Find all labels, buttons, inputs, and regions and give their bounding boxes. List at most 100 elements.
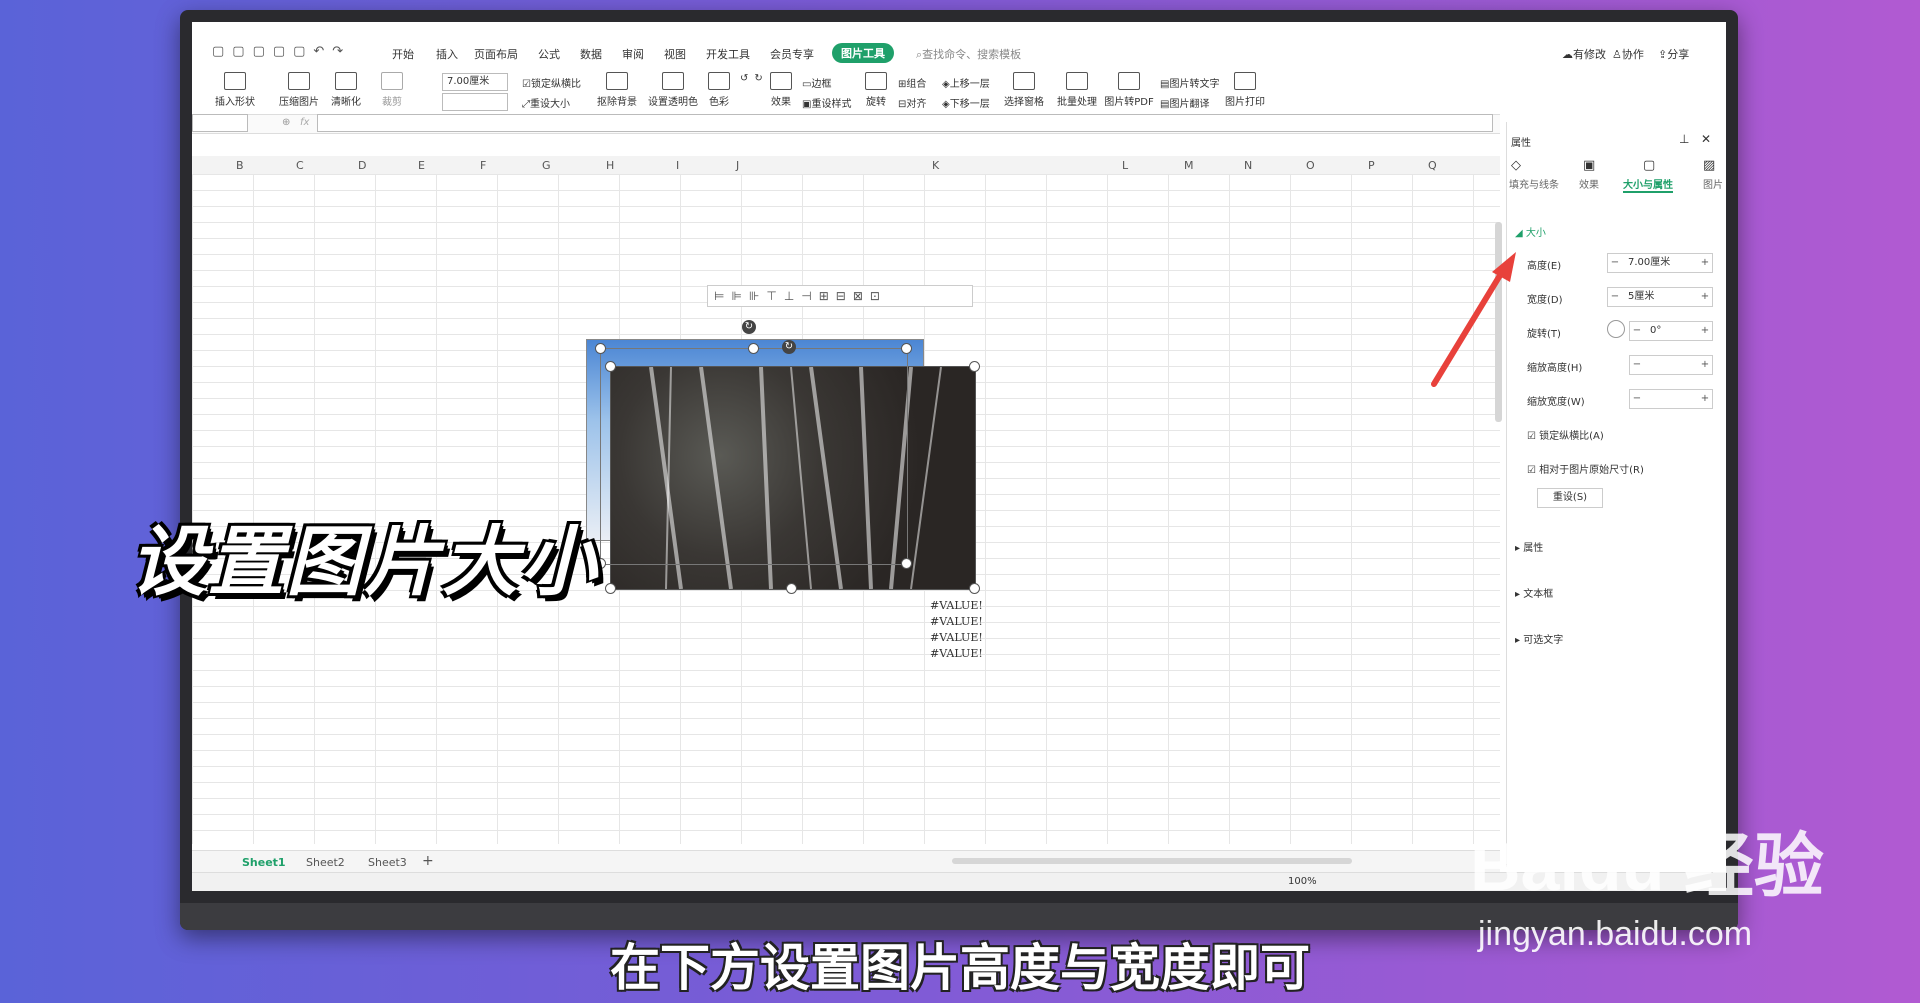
crop-button[interactable]: 裁剪	[378, 72, 406, 108]
reset-style-button[interactable]: ▣重设样式	[802, 95, 851, 110]
minus-icon[interactable]: −	[1608, 288, 1622, 306]
close-icon[interactable]: ✕	[1701, 132, 1711, 146]
horizontal-scrollbar[interactable]	[952, 858, 1352, 864]
section-properties[interactable]: ▸ 属性	[1515, 539, 1543, 554]
col-header[interactable]: F	[480, 159, 486, 172]
scale-height-stepper[interactable]: − +	[1629, 355, 1713, 375]
resize-handle[interactable]	[605, 583, 616, 594]
lock-ratio-checkbox[interactable]: ☑ 锁定纵横比(A)	[1527, 427, 1604, 442]
to-text-button[interactable]: ▤图片转文字	[1160, 75, 1219, 90]
plus-icon[interactable]: +	[1698, 390, 1712, 408]
cell-error[interactable]: #VALUE!	[930, 599, 983, 612]
add-sheet-icon[interactable]: +	[422, 853, 434, 869]
compress-button[interactable]: 压缩图片	[276, 72, 322, 108]
cell-error[interactable]: #VALUE!	[930, 631, 983, 644]
tab-view[interactable]: 视图	[664, 46, 686, 62]
rotate-handle-icon[interactable]: ↻	[742, 320, 756, 334]
print-button[interactable]: 图片打印	[1222, 72, 1268, 108]
rotate-input[interactable]: 0°	[1650, 322, 1661, 340]
up-layer-button[interactable]: ◈上移一层	[942, 75, 990, 90]
col-header[interactable]: C	[296, 159, 304, 172]
resize-handle[interactable]	[901, 558, 912, 569]
width-input[interactable]: 5厘米	[1628, 288, 1654, 306]
name-box[interactable]	[192, 114, 248, 132]
col-header[interactable]: H	[606, 159, 614, 172]
sheet-tab[interactable]: Sheet2	[306, 856, 345, 869]
align-toolbar[interactable]: ⊨⊫⊪⊤⊥⊣⊞⊟⊠⊡	[707, 285, 973, 307]
sheet-tab[interactable]: Sheet1	[242, 856, 286, 869]
height-input[interactable]: 7.00厘米	[1628, 254, 1670, 272]
batch-button[interactable]: 批量处理	[1052, 72, 1102, 108]
minus-icon[interactable]: −	[1630, 390, 1644, 408]
remove-bg-button[interactable]: 抠除背景	[592, 72, 642, 108]
tab-insert[interactable]: 插入	[436, 46, 458, 62]
tab-formula[interactable]: 公式	[538, 46, 560, 62]
resize-handle[interactable]	[901, 343, 912, 354]
ribbon-height-input[interactable]: 7.00厘米	[442, 73, 508, 91]
effect-button[interactable]: 效果	[766, 72, 796, 108]
tab-developer[interactable]: 开发工具	[706, 46, 750, 62]
plus-icon[interactable]: +	[1698, 322, 1712, 340]
section-textbox[interactable]: ▸ 文本框	[1515, 585, 1553, 600]
tab-fill-line[interactable]: 填充与线条	[1509, 176, 1559, 191]
tab-review[interactable]: 审阅	[622, 46, 644, 62]
sheet-tab[interactable]: Sheet3	[368, 856, 407, 869]
resize-handle[interactable]	[786, 583, 797, 594]
relative-size-checkbox[interactable]: ☑ 相对于图片原始尺寸(R)	[1527, 461, 1644, 476]
rotate-dial-icon[interactable]	[1607, 320, 1625, 338]
reset-button[interactable]: 重设(S)	[1537, 488, 1603, 508]
cell-error[interactable]: #VALUE!	[930, 615, 983, 628]
tab-effect[interactable]: 效果	[1579, 176, 1599, 191]
plus-icon[interactable]: +	[1698, 288, 1712, 306]
col-header[interactable]: P	[1368, 159, 1375, 172]
selection-frame[interactable]	[600, 348, 908, 565]
col-header[interactable]: N	[1244, 159, 1252, 172]
minus-icon[interactable]: −	[1630, 356, 1644, 374]
tab-page-layout[interactable]: 页面布局	[474, 46, 518, 62]
col-header[interactable]: L	[1122, 159, 1128, 172]
align-button[interactable]: ⊟对齐	[898, 95, 926, 110]
rotate-stepper[interactable]: − 0° +	[1629, 321, 1713, 341]
width-stepper[interactable]: − 5厘米 +	[1607, 287, 1713, 307]
resize-handle[interactable]	[969, 583, 980, 594]
height-stepper[interactable]: − 7.00厘米 +	[1607, 253, 1713, 273]
tab-picture[interactable]: 图片	[1703, 176, 1723, 191]
modify-button[interactable]: ☁有修改	[1562, 46, 1606, 62]
scale-width-stepper[interactable]: − +	[1629, 389, 1713, 409]
rotate-button[interactable]: 旋转	[860, 72, 892, 108]
ribbon-reset-size[interactable]: ⤢重设大小	[522, 95, 570, 110]
cell-error[interactable]: #VALUE!	[930, 647, 983, 660]
rotate-icons[interactable]: ↺↻	[740, 73, 769, 84]
col-header[interactable]: K	[932, 159, 939, 172]
ribbon-width-input[interactable]	[442, 93, 508, 111]
translate-button[interactable]: ▤图片翻译	[1160, 95, 1209, 110]
col-header[interactable]: J	[736, 159, 739, 172]
tab-data[interactable]: 数据	[580, 46, 602, 62]
resize-handle[interactable]	[605, 361, 616, 372]
clarify-button[interactable]: 清晰化	[326, 72, 366, 108]
ribbon-lock-ratio[interactable]: ☑锁定纵横比	[522, 75, 581, 90]
to-pdf-button[interactable]: 图片转PDF	[1102, 72, 1156, 108]
formula-input[interactable]	[317, 114, 1493, 132]
pin-icon[interactable]: ⊥	[1679, 132, 1689, 146]
color-button[interactable]: 色彩	[704, 72, 734, 108]
minus-icon[interactable]: −	[1630, 322, 1644, 340]
col-header[interactable]: I	[676, 159, 679, 172]
insert-shape-button[interactable]: 插入形状	[210, 72, 260, 108]
col-header[interactable]: G	[542, 159, 551, 172]
minus-icon[interactable]: −	[1608, 254, 1622, 272]
share-button[interactable]: ⇪分享	[1658, 46, 1689, 62]
rotate-handle-icon[interactable]: ↻	[782, 340, 796, 354]
col-header[interactable]: D	[358, 159, 366, 172]
col-header[interactable]: M	[1184, 159, 1194, 172]
col-header[interactable]: Q	[1428, 159, 1437, 172]
search-command[interactable]: ⌕查找命令、搜索模板	[916, 46, 1021, 62]
down-layer-button[interactable]: ◈下移一层	[942, 95, 990, 110]
combine-button[interactable]: ⊞组合	[898, 75, 926, 90]
col-header[interactable]: O	[1306, 159, 1315, 172]
tab-start[interactable]: 开始	[392, 46, 414, 62]
border-button[interactable]: ▭边框	[802, 75, 831, 90]
plus-icon[interactable]: +	[1698, 356, 1712, 374]
section-alt-text[interactable]: ▸ 可选文字	[1515, 631, 1563, 646]
col-header[interactable]: B	[236, 159, 244, 172]
